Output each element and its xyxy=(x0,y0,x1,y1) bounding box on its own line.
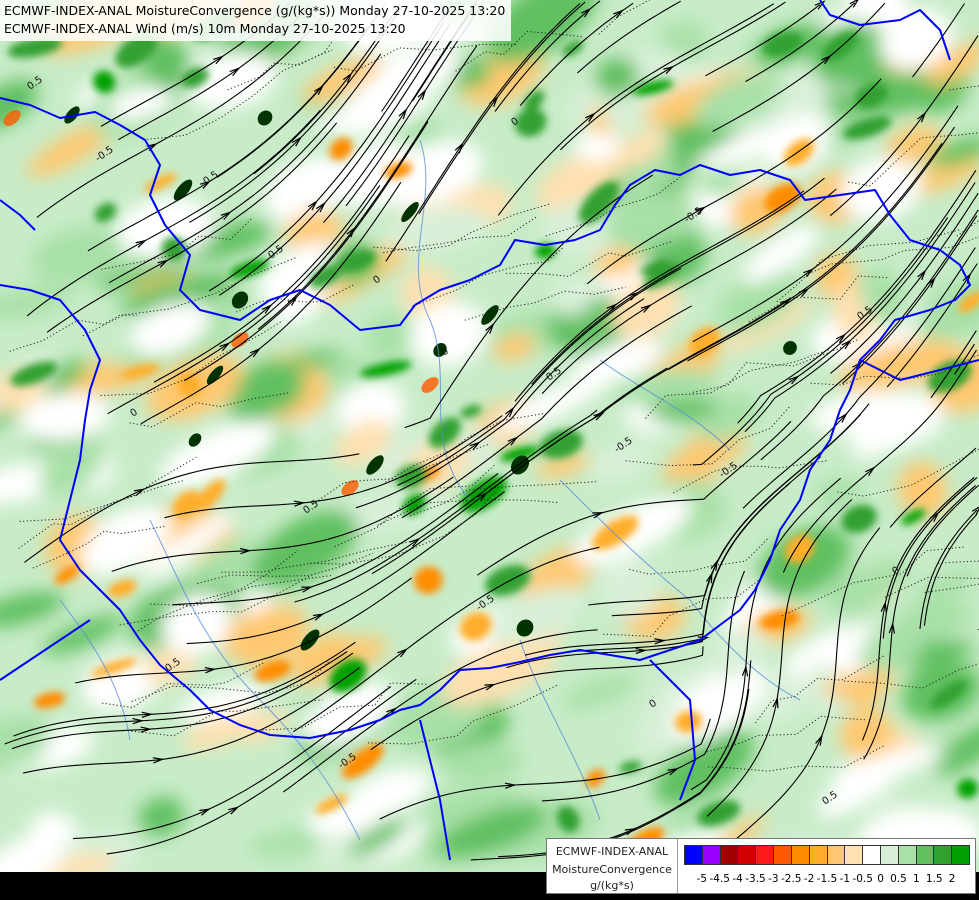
legend-tick-label: -1.5 xyxy=(816,873,838,885)
legend-swatch xyxy=(916,846,935,864)
legend-label: ECMWF-INDEX-ANAL MoistureConvergence g/(… xyxy=(547,839,678,893)
legend-unit: g/(kg*s) xyxy=(590,879,634,892)
legend-tick-label: 2 xyxy=(948,873,956,885)
legend-swatch xyxy=(863,846,881,864)
legend-swatch xyxy=(934,846,953,864)
map-viewport[interactable]: 0.5 -0.5 0 0.5 -0.5 0 0.5 -0.5 0 -0.5 0.5 0 0.5 -0.5 0… xyxy=(0,0,979,900)
legend-tick-label: -3.5 xyxy=(745,873,766,885)
legend-swatch xyxy=(845,846,864,864)
legend-tick-label: 0.5 xyxy=(890,873,907,885)
legend-tick-label: -1 xyxy=(839,873,851,885)
legend-swatch xyxy=(702,846,721,864)
legend-tick-label: -4.5 xyxy=(709,873,731,885)
legend-tick-label: -0.5 xyxy=(852,873,874,885)
legend-swatch xyxy=(685,846,703,864)
legend-swatch xyxy=(738,846,757,864)
legend-swatch xyxy=(898,846,917,864)
legend-ticks: -5 -4.5 -4 -3.5 -3 -2.5 -2 -1.5 -1 -0.5 0 0.5 1 1.5 2 xyxy=(684,873,970,889)
title-moisture: ECMWF-INDEX-ANAL MoistureConvergence (g/… xyxy=(4,3,506,18)
legend-swatch xyxy=(756,846,775,864)
color-legend: ECMWF-INDEX-ANAL MoistureConvergence g/(… xyxy=(546,838,976,894)
map-title: ECMWF-INDEX-ANAL MoistureConvergence (g/… xyxy=(0,0,512,41)
legend-tick-label: -5 xyxy=(696,873,708,885)
legend-swatch xyxy=(720,846,739,864)
legend-swatch xyxy=(791,846,810,864)
legend-swatch xyxy=(774,846,792,864)
moisture-convergence-map: 0.5-0.500.5-0.500.5-0.50-0.50.500.5-0.50… xyxy=(0,0,979,900)
legend-tick-label: -3 xyxy=(768,873,779,885)
legend-tick-label: 1.5 xyxy=(925,873,943,885)
legend-swatch xyxy=(880,846,899,864)
legend-tick-label: -2.5 xyxy=(781,873,802,885)
legend-colorbar xyxy=(684,845,970,865)
legend-tick-label: 0 xyxy=(877,873,884,885)
legend-model: ECMWF-INDEX-ANAL xyxy=(555,845,669,858)
legend-swatch xyxy=(952,846,969,864)
legend-tick-label: -4 xyxy=(732,873,743,885)
title-wind: ECMWF-INDEX-ANAL Wind (m/s) 10m Monday 2… xyxy=(4,21,406,36)
legend-swatch xyxy=(809,846,828,864)
legend-tick-label: 1 xyxy=(913,873,920,885)
legend-parameter: MoistureConvergence xyxy=(552,863,672,876)
legend-tick-label: -2 xyxy=(803,873,815,885)
legend-swatch xyxy=(827,846,846,864)
